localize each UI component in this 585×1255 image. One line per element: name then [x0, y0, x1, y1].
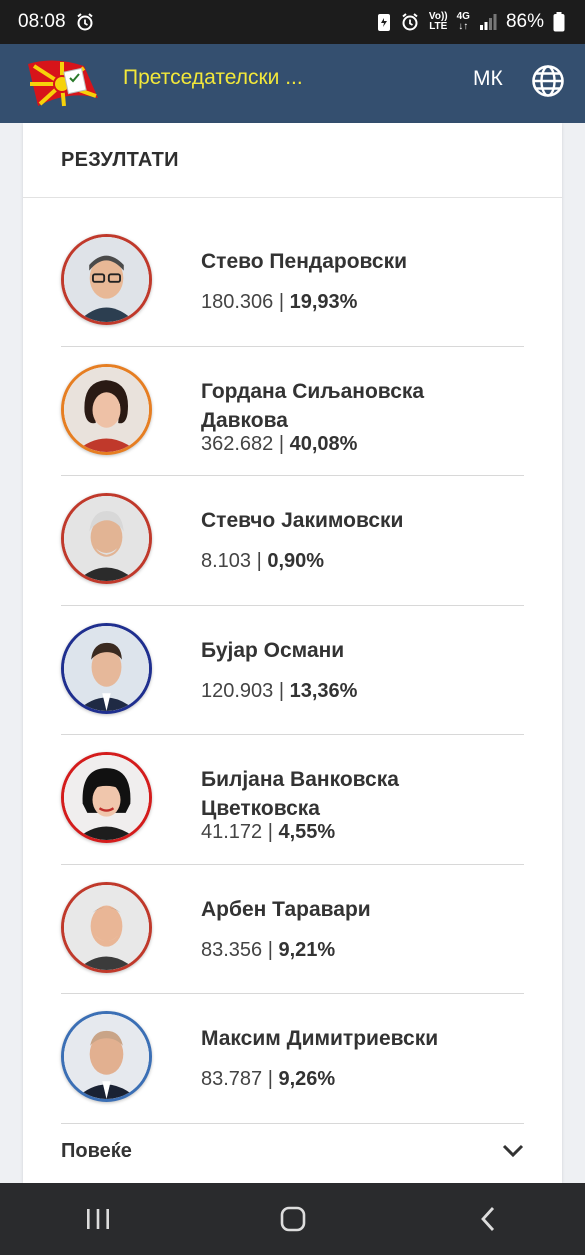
candidate-avatar	[61, 881, 152, 973]
candidate-votes: 83.787	[201, 1068, 263, 1090]
candidate-votes: 120.903	[201, 679, 274, 702]
candidate-item[interactable]: Максим Димитриевски 83.787 | 9,26%	[61, 994, 524, 1124]
candidate-name: Гордана Сиљановска Давкова	[201, 379, 425, 432]
candidate-item[interactable]: Стево Пендаровски 180.306 | 19,93%	[61, 217, 524, 347]
results-card: РЕЗУЛТАТИ Стево Пендаровски 180.306 | 19…	[23, 123, 562, 1183]
alarm-icon	[400, 12, 420, 32]
candidate-name: Стевчо Јакимовски	[201, 509, 404, 532]
system-nav-bar	[0, 1183, 585, 1255]
candidate-avatar	[61, 493, 152, 584]
status-time: 08:08	[18, 11, 66, 32]
more-toggle[interactable]: Повеќе	[61, 1126, 524, 1176]
candidate-stats: 120.903 | 13,36%	[201, 679, 358, 702]
candidate-votes: 83.356	[201, 938, 263, 961]
candidate-name: Арбен Таравари	[201, 897, 371, 921]
home-button[interactable]	[263, 1194, 323, 1244]
candidate-percent: 9,21%	[278, 938, 336, 961]
candidate-votes: 362.682	[201, 432, 274, 455]
candidate-stats: 83.356 | 9,21%	[201, 938, 336, 961]
network-type: 4G ↓↑	[456, 11, 470, 32]
more-label: Повеќе	[61, 1139, 132, 1162]
status-left: 08:08	[18, 11, 95, 33]
battery-icon	[553, 12, 565, 32]
recents-button[interactable]	[68, 1194, 128, 1244]
volte-indicator: Vo)) LTE	[429, 12, 448, 32]
person-photo-icon	[64, 755, 149, 840]
globe-icon[interactable]	[531, 64, 565, 98]
candidate-votes: 8.103	[201, 550, 252, 572]
app-title: Претседателски ...	[123, 66, 303, 89]
home-icon	[280, 1206, 305, 1232]
chevron-down-icon	[502, 1144, 524, 1158]
candidate-stats: 180.306 | 19,93%	[201, 291, 358, 313]
person-photo-icon	[64, 625, 149, 711]
candidate-item[interactable]: Бујар Османи 120.903 | 13,36%	[61, 606, 524, 735]
signal-icon	[479, 13, 497, 31]
candidate-stats: 41.172 | 4,55%	[201, 821, 336, 843]
person-photo-icon	[64, 1014, 149, 1099]
candidate-name: Билјана Ванковска Цветковска	[201, 768, 399, 820]
candidate-percent: 0,90%	[267, 550, 325, 572]
network-type-label: 4G	[456, 11, 470, 22]
macedonia-flag-ballot-logo[interactable]	[24, 56, 102, 112]
status-bar: 08:08 Vo)) LTE 4G ↓↑ 86%	[0, 0, 585, 44]
app-bar: Претседателски ... МК	[0, 44, 585, 123]
candidate-item[interactable]: Билјана Ванковска Цветковска 41.172 | 4,…	[61, 735, 524, 865]
candidate-stats: 8.103 | 0,90%	[201, 550, 325, 572]
candidate-avatar	[61, 234, 152, 325]
battery-saver-icon	[377, 12, 391, 32]
person-photo-icon	[64, 496, 149, 581]
person-photo-icon	[64, 884, 149, 970]
candidate-avatar	[61, 363, 152, 455]
volte-bottom: LTE	[429, 21, 448, 32]
language-selector[interactable]: МК	[473, 67, 503, 91]
person-photo-icon	[64, 237, 149, 322]
status-right: Vo)) LTE 4G ↓↑ 86%	[377, 11, 565, 33]
back-icon	[480, 1207, 494, 1231]
candidate-votes: 180.306	[201, 291, 274, 313]
person-photo-icon	[64, 366, 149, 452]
candidate-item[interactable]: Гордана Сиљановска Давкова 362.682 | 40,…	[61, 347, 524, 476]
candidate-list: Стево Пендаровски 180.306 | 19,93% Горда…	[61, 217, 524, 1124]
candidate-avatar	[61, 752, 152, 843]
candidate-percent: 19,93%	[289, 291, 358, 313]
candidate-name: Бујар Османи	[201, 638, 345, 662]
candidate-percent: 13,36%	[289, 679, 358, 702]
results-title: РЕЗУЛТАТИ	[61, 148, 179, 171]
candidate-votes: 41.172	[201, 821, 263, 843]
candidate-avatar	[61, 1011, 152, 1102]
candidate-percent: 40,08%	[289, 432, 358, 455]
candidate-stats: 83.787 | 9,26%	[201, 1068, 336, 1090]
back-button[interactable]	[458, 1194, 518, 1244]
candidate-stats: 362.682 | 40,08%	[201, 432, 358, 455]
results-header: РЕЗУЛТАТИ	[23, 123, 562, 198]
battery-percent: 86%	[505, 11, 544, 32]
candidate-avatar	[61, 622, 152, 714]
candidate-name: Максим Димитриевски	[201, 1027, 439, 1050]
recents-icon	[86, 1209, 109, 1229]
candidate-item[interactable]: Арбен Таравари 83.356 | 9,21%	[61, 865, 524, 994]
candidate-percent: 4,55%	[278, 821, 336, 843]
candidate-percent: 9,26%	[278, 1068, 336, 1090]
alarm-icon	[75, 12, 95, 32]
candidate-name: Стево Пендаровски	[201, 250, 408, 273]
candidate-item[interactable]: Стевчо Јакимовски 8.103 | 0,90%	[61, 476, 524, 606]
